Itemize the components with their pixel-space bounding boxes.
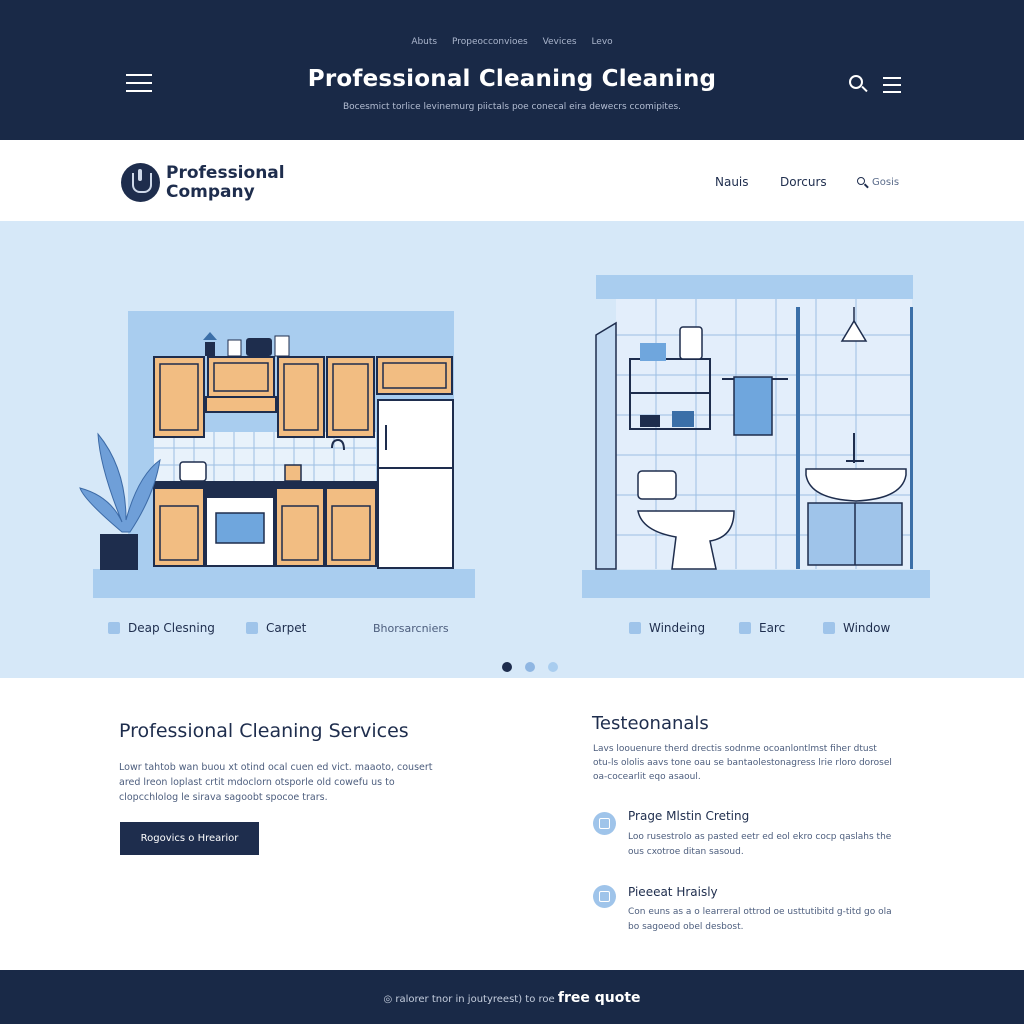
top-link-levo[interactable]: Levo: [591, 37, 612, 47]
feature-deep-cleaning[interactable]: Deap Clesning: [108, 621, 215, 635]
feature-earc[interactable]: Earc: [739, 621, 785, 635]
carousel-dot-1[interactable]: [502, 662, 512, 672]
feature-center-label: Bhorsarcniers: [373, 622, 449, 635]
feature-windeing[interactable]: Windeing: [629, 621, 705, 635]
feature-window[interactable]: Window: [823, 621, 890, 635]
footer-text-emphasis: free quote: [557, 990, 641, 1006]
quote-icon: [593, 885, 616, 908]
search-icon[interactable]: [849, 75, 869, 95]
feature-carpet[interactable]: Carpet: [246, 621, 306, 635]
testimonial-text-2: Con euns as a o learreral ottrod oe ustt…: [628, 907, 892, 932]
services-title: Professional Cleaning Services: [119, 720, 409, 742]
bathroom-illustration: [582, 275, 930, 598]
checkbox-icon: [823, 622, 835, 634]
top-link-professional[interactable]: Propeocconvioes: [452, 37, 528, 47]
carousel-dot-2[interactable]: [525, 662, 535, 672]
services-text: Lowr tahtob wan buou xt otind ocal cuen …: [119, 762, 433, 803]
logo-line-1: Professional: [166, 163, 285, 183]
nav-link-1[interactable]: Nauis: [715, 175, 749, 189]
testimonials-title: Testeonanals: [592, 713, 709, 734]
top-link-services[interactable]: Vevices: [543, 37, 577, 47]
nav-link-2[interactable]: Dorcurs: [780, 175, 827, 189]
checkbox-icon: [246, 622, 258, 634]
logo-line-2: Company: [166, 182, 255, 202]
testimonial-name-1: Prage Mlstin Creting: [628, 809, 750, 823]
logo-text[interactable]: Professional Company: [166, 164, 285, 202]
top-links: Abuts Propeocconvioes Vevices Levo: [0, 37, 1024, 47]
top-link-about[interactable]: Abuts: [411, 37, 437, 47]
checkbox-icon: [629, 622, 641, 634]
testimonials-intro: Lavs loouenure therd drectis sodnme ocoa…: [593, 744, 892, 782]
footer-text-prefix: ralorer tnor in joutyreest) to roe: [395, 994, 555, 1005]
logo-icon[interactable]: [121, 163, 160, 202]
kitchen-illustration: [79, 311, 475, 598]
testimonial-text-1: Loo rusestrolo as pasted eetr ed eol ekr…: [628, 832, 892, 857]
footer-circle-icon: ◎: [383, 994, 396, 1005]
testimonial-name-2: Pieeeat Hraisly: [628, 885, 718, 899]
nav-search-icon[interactable]: [857, 177, 869, 189]
carousel-dot-3[interactable]: [548, 662, 558, 672]
site-title: Professional Cleaning Cleaning: [307, 66, 717, 92]
nav-search-label[interactable]: Gosis: [872, 177, 899, 188]
checkbox-icon: [739, 622, 751, 634]
hamburger-icon[interactable]: [126, 74, 152, 94]
checkbox-icon: [108, 622, 120, 634]
services-cta-button[interactable]: Rogovics o Hrearior: [120, 822, 259, 855]
footer-quote-link[interactable]: ◎ ralorer tnor in joutyreest) to roe fre…: [0, 990, 1024, 1006]
site-subtitle: Bocesmict torlice levinemurg piictals po…: [342, 102, 682, 112]
quote-icon: [593, 812, 616, 835]
menu-icon[interactable]: [883, 77, 901, 95]
